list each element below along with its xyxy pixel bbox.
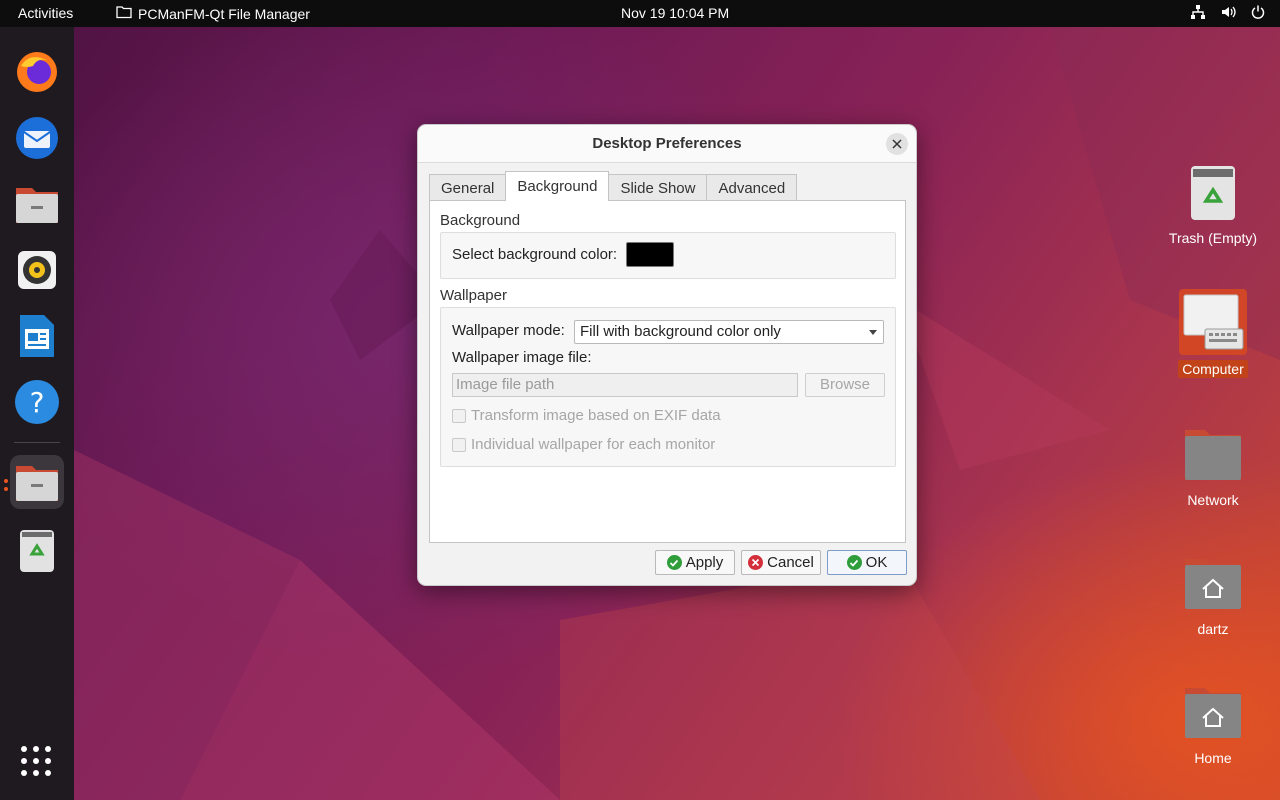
files-icon	[16, 188, 58, 223]
cancel-icon	[748, 555, 764, 570]
desktop-icon-dartz[interactable]: dartz	[1163, 555, 1263, 637]
tab-background[interactable]: Background	[505, 171, 610, 201]
dock-item-firefox[interactable]	[10, 45, 64, 99]
close-button[interactable]	[886, 133, 908, 155]
apply-button[interactable]: Apply	[655, 550, 735, 575]
cancel-label: Cancel	[767, 554, 814, 571]
background-group: Select background color:	[440, 232, 896, 279]
apps-grid-icon	[21, 746, 51, 776]
running-indicator	[4, 487, 8, 491]
help-icon: ?	[15, 380, 59, 424]
folder-icon	[116, 5, 132, 22]
power-icon[interactable]	[1250, 4, 1266, 20]
check-icon	[666, 555, 682, 570]
trash-icon	[1183, 164, 1243, 224]
desktop-icon-label: dartz	[1197, 621, 1229, 637]
wallpaper-mode-select[interactable]: Fill with background color only	[574, 320, 884, 344]
image-file-path-placeholder: Image file path	[456, 376, 555, 393]
desktop-icon-computer[interactable]: Computer	[1163, 289, 1263, 378]
wallpaper-mode-label: Wallpaper mode:	[452, 322, 565, 339]
network-icon[interactable]	[1190, 4, 1206, 20]
apply-label: Apply	[685, 554, 724, 571]
tab-advanced[interactable]: Advanced	[706, 174, 798, 201]
desktop-icon-label: Network	[1187, 492, 1239, 508]
desktop-icon-label: Trash (Empty)	[1168, 230, 1258, 246]
tab-slide-show[interactable]: Slide Show	[608, 174, 708, 201]
browse-button[interactable]: Browse	[805, 373, 885, 397]
desktop-preferences-dialog: Desktop Preferences General Background S…	[417, 124, 917, 586]
desktop-icon-trash[interactable]: Trash (Empty)	[1163, 164, 1263, 246]
dock-item-pcmanfm[interactable]	[10, 455, 64, 509]
top-bar: Activities PCManFM-Qt File Manager Nov 1…	[0, 0, 1280, 27]
wallpaper-group: Wallpaper mode: Fill with background col…	[440, 307, 896, 467]
tab-bar: General Background Slide Show Advanced	[429, 171, 798, 201]
firefox-icon	[17, 52, 57, 92]
background-color-label: Select background color:	[452, 246, 618, 263]
per-monitor-checkbox-label: Individual wallpaper for each monitor	[471, 436, 716, 453]
trash-icon	[20, 530, 54, 572]
app-name-label: PCManFM-Qt File Manager	[138, 5, 310, 22]
tab-general[interactable]: General	[429, 174, 507, 201]
dock-item-writer[interactable]	[10, 309, 64, 363]
ok-button[interactable]: OK	[827, 550, 907, 575]
exif-checkbox-label: Transform image based on EXIF data	[471, 407, 721, 424]
dock-item-thunderbird[interactable]	[10, 111, 64, 165]
exif-checkbox-row[interactable]: Transform image based on EXIF data	[452, 407, 721, 424]
background-color-swatch[interactable]	[626, 242, 674, 267]
dock: ?	[0, 27, 74, 800]
rhythmbox-icon	[18, 251, 56, 289]
show-apps-button[interactable]	[20, 745, 52, 777]
dock-separator	[14, 442, 60, 443]
computer-icon	[1179, 289, 1247, 355]
cancel-button[interactable]: Cancel	[741, 550, 821, 575]
image-file-path-input[interactable]: Image file path	[452, 373, 798, 397]
dialog-title: Desktop Preferences	[592, 135, 742, 152]
desktop-icon-label: Computer	[1178, 360, 1248, 378]
dock-item-help[interactable]: ?	[10, 375, 64, 429]
ok-label: OK	[865, 554, 888, 571]
tab-panel-background: Background Select background color: Wall…	[429, 200, 906, 543]
per-monitor-checkbox[interactable]	[452, 437, 466, 452]
wallpaper-mode-value: Fill with background color only	[580, 323, 781, 340]
background-group-title: Background	[440, 212, 521, 229]
dock-item-trash[interactable]	[10, 524, 64, 578]
app-menu[interactable]: PCManFM-Qt File Manager	[116, 5, 310, 22]
svg-text:?: ?	[30, 386, 45, 419]
pcmanfm-icon	[16, 466, 58, 501]
desktop-icon-home[interactable]: Home	[1163, 684, 1263, 766]
desktop-icon-network[interactable]: Network	[1163, 426, 1263, 508]
libreoffice-writer-icon	[20, 315, 54, 357]
dock-item-rhythmbox[interactable]	[10, 243, 64, 297]
thunderbird-icon	[16, 117, 58, 159]
activities-button[interactable]: Activities	[18, 5, 73, 21]
clock[interactable]: Nov 19 10:04 PM	[621, 5, 729, 21]
exif-checkbox[interactable]	[452, 408, 466, 423]
home-folder-icon	[1183, 684, 1243, 744]
home-folder-icon	[1183, 555, 1243, 615]
volume-icon[interactable]	[1220, 4, 1236, 20]
check-icon	[846, 555, 862, 570]
system-tray[interactable]	[1190, 4, 1266, 20]
wallpaper-group-title: Wallpaper	[440, 287, 507, 304]
dialog-titlebar[interactable]: Desktop Preferences	[418, 125, 916, 163]
wallpaper-image-file-label: Wallpaper image file:	[452, 349, 592, 366]
close-icon	[892, 139, 902, 149]
dock-item-files[interactable]	[10, 177, 64, 231]
folder-icon	[1183, 426, 1243, 486]
running-indicator	[4, 479, 8, 483]
per-monitor-checkbox-row[interactable]: Individual wallpaper for each monitor	[452, 436, 715, 453]
desktop-icon-label: Home	[1194, 750, 1232, 766]
chevron-down-icon	[869, 330, 877, 335]
